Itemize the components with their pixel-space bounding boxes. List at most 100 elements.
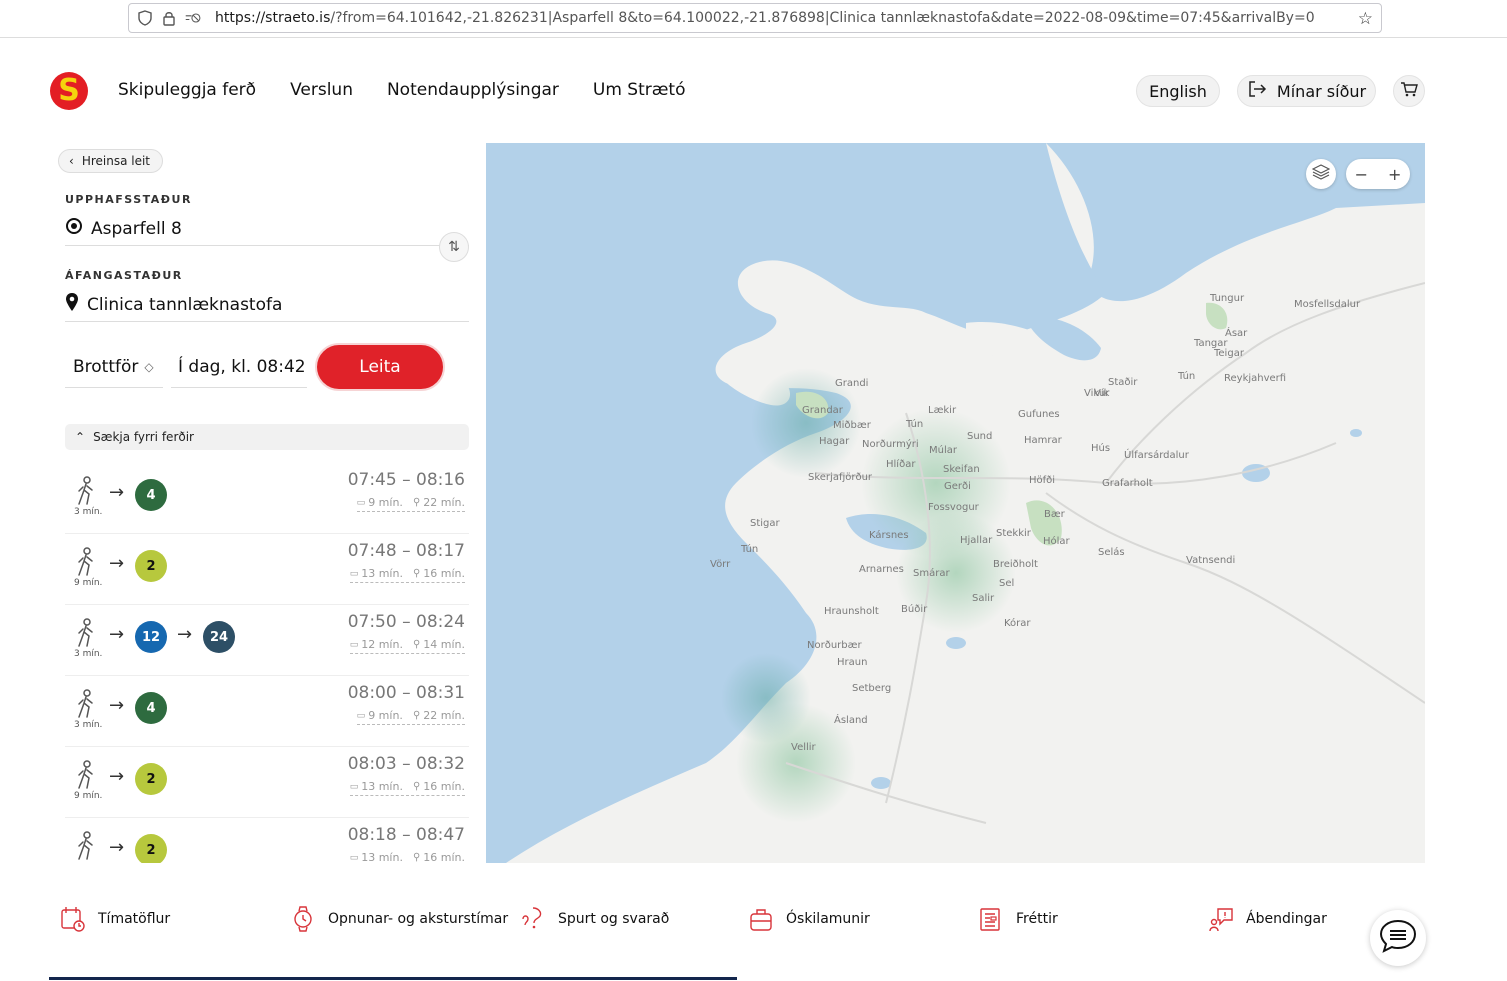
zoom-in-button[interactable]: + [1388,165,1401,184]
address-bar[interactable]: https://straeto.is/?from=64.101642,-21.8… [128,3,1382,33]
map-place-label: Smárar [913,567,950,579]
walk-duration: 3 mín. [74,649,103,659]
tracking-icon[interactable] [185,10,201,26]
depart-time: 07:50 [347,612,397,632]
nav-user-info[interactable]: Notendaupplýsingar [387,80,559,100]
bus-duration: ▭ 13 mín. [350,567,403,580]
my-pages-label: Mínar síður [1276,81,1367,101]
walk-small-icon: ⚲ [412,852,421,863]
bus-icon: ▭ [349,639,359,650]
map-place-label: Bær [1044,509,1066,520]
nav-about[interactable]: Um Strætó [593,80,686,100]
trip-breakdown: ▭ 9 mín. ⚲ 22 mín. [356,709,465,725]
map-place-label: Hlíðar [886,458,916,470]
lock-icon[interactable] [161,10,177,26]
url-text: https://straeto.is/?from=64.101642,-21.8… [215,10,1315,26]
trip-planner-panel: ‹ Hreinsa leit UPPHAFSSTAÐUR Asparfell 8… [49,143,486,863]
map[interactable]: Tungur Mosfellsdalur Ásar Tangar Teigar Reykj… [486,143,1425,863]
map-layers-button[interactable] [1306,159,1336,189]
my-pages-button[interactable]: Mínar síður [1237,75,1376,107]
map-place-label: Tungur [1209,293,1245,304]
map-place-label: Breiðholt [993,559,1038,570]
walk-duration: 3 mín. [74,507,103,517]
trip-times: 07:45 – 08:16 [347,470,465,490]
footer-link[interactable]: Tímatöflur [60,905,170,933]
language-label: English [1149,81,1207,101]
trip-breakdown: ▭ 9 mín. ⚲ 22 mín. [356,496,465,512]
footer-link[interactable]: Spurt og svarað [520,905,669,933]
route-badge: 4 [135,479,167,511]
walk-total: ⚲ 16 mín. [413,851,465,863]
straeto-logo[interactable]: S [50,72,88,110]
map-place-label: Skeifan [943,464,980,475]
trip-row[interactable]: 9 mín. → 2 07:48 – 08:17 ▭ 13 mín. ⚲ 16 mín. [65,533,469,605]
language-button[interactable]: English [1136,75,1220,107]
nav-store[interactable]: Verslun [290,80,353,100]
trip-row[interactable]: 3 mín. → 12 → 24 07:50 – 08:24 ▭ 12 mín. ⚲ 14 mín… [65,604,469,676]
cart-button[interactable] [1393,75,1425,107]
map-place-label: Setberg [852,683,891,694]
map-place-label: Hraunsholt [824,606,879,617]
bus-duration: ▭ 12 mín. [350,638,403,651]
origin-target-icon [65,217,83,240]
walk-total: ⚲ 22 mín. [413,709,465,722]
trip-row[interactable]: → 2 08:18 – 08:47 ▭ 13 mín. ⚲ 16 mín. [65,817,469,863]
swap-locations-button[interactable]: ⇅ [439,232,469,262]
map-place-label: Múlar [929,444,958,456]
bus-icon: ▭ [356,710,366,721]
map-canvas[interactable]: TungurMosfellsdalurÁsarTangarTeigarReykj… [486,143,1425,863]
chat-button[interactable] [1370,910,1426,966]
route-badge: 12 [135,621,167,653]
map-place-label: Hagar [819,436,850,447]
load-previous-trips-button[interactable]: ⌃ Sækja fyrri ferðir [65,424,469,450]
map-place-label: Hjallar [960,535,993,546]
map-place-label: Norðurbær [807,640,862,651]
bus-icon: ▭ [349,568,359,579]
map-zoom-control: − + [1346,159,1410,189]
datetime-field[interactable]: Í dag, kl. 08:42 [171,346,307,388]
trip-times: 08:03 – 08:32 [347,754,465,774]
walk-total-text: 16 mín. [423,780,465,793]
bus-duration: ▭ 13 mín. [350,780,403,793]
bus-duration-text: 13 mín. [361,780,403,793]
layers-icon [1311,164,1331,184]
map-place-label: Norðurmýri [862,438,919,450]
walk-small-icon: ⚲ [412,781,421,792]
zoom-out-button[interactable]: − [1355,165,1368,184]
trip-row[interactable]: 9 mín. → 2 08:03 – 08:32 ▭ 13 mín. ⚲ 16 mín. [65,746,469,818]
destination-field[interactable]: Clinica tannlæknastofa [65,288,469,322]
previous-trips-label: Sækja fyrri ferðir [93,430,194,444]
footer-link[interactable]: Opnunar- og aksturstímar [290,905,508,933]
origin-field[interactable]: Asparfell 8 [65,212,469,246]
map-place-label: Teigar [1213,348,1245,359]
chevron-left-icon: ‹ [69,154,74,168]
footer-link[interactable]: Óskilamunir [748,905,870,933]
arrow-right-icon: → [177,624,193,645]
footer-link-label: Ábendingar [1246,911,1327,927]
footer-link-label: Spurt og svarað [558,911,670,927]
map-place-label: Grandi [835,378,868,389]
map-place-label: Höfði [1029,475,1055,486]
feedback-icon [1208,905,1234,933]
star-icon[interactable]: ☆ [1358,9,1373,29]
map-place-label: Grandar [802,405,844,416]
footer-link[interactable]: Fréttir [978,905,1058,933]
map-place-label: Vörr [710,559,731,570]
clear-search-button[interactable]: ‹ Hreinsa leit [58,149,164,173]
footer-link-label: Óskilamunir [786,911,870,927]
trip-row[interactable]: 3 mín. → 4 08:00 – 08:31 ▭ 9 mín. ⚲ 22 mín. [65,675,469,747]
map-place-label: Ásar [1225,326,1248,339]
bus-duration-text: 13 mín. [361,851,403,863]
search-button[interactable]: Leita [315,343,445,391]
swap-arrows-icon: ⇅ [448,239,460,255]
departure-mode-select[interactable]: Brottför ◇ [65,346,163,388]
trip-row[interactable]: 3 mín. → 4 07:45 – 08:16 ▭ 9 mín. ⚲ 22 mín. [65,462,469,534]
map-place-label: Miðbær [833,420,872,431]
shield-icon[interactable] [137,10,153,26]
question-icon [520,905,546,933]
arrive-time: 08:16 [416,470,465,490]
footer-link[interactable]: Ábendingar [1208,905,1327,933]
nav-plan-trip[interactable]: Skipuleggja ferð [118,80,256,100]
arrive-time: 08:31 [416,683,465,703]
depart-time: 08:18 [347,825,397,845]
